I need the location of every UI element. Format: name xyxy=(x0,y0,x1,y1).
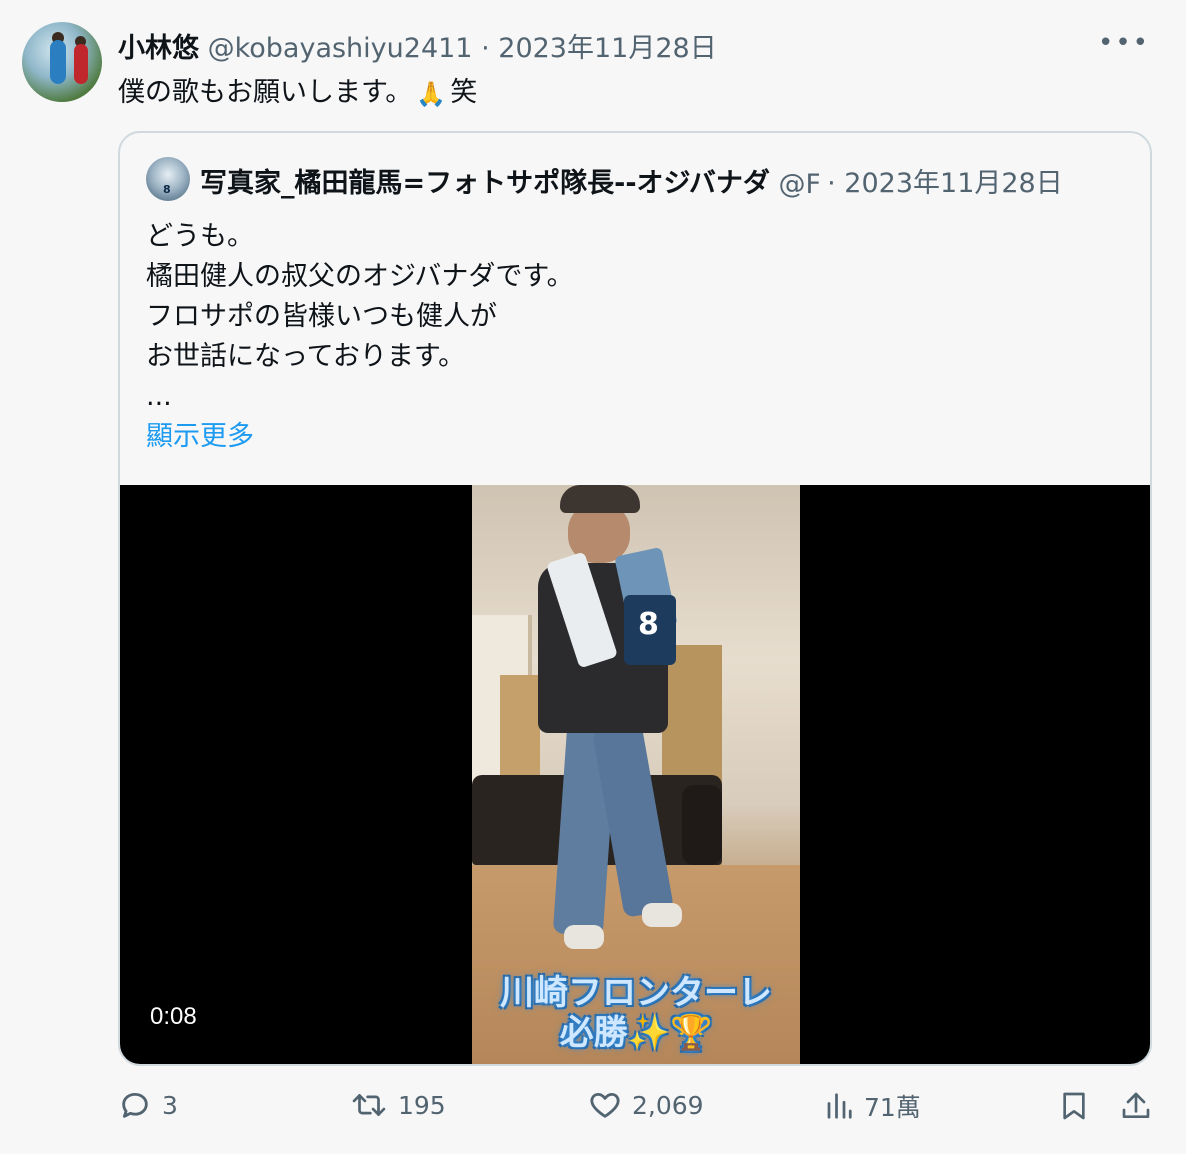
share-icon xyxy=(1122,1092,1150,1118)
action-bar: 3 195 2,069 71萬 xyxy=(0,1088,1186,1138)
quote-line: フロサポの皆様いつも健人が xyxy=(146,301,497,332)
author-avatar[interactable] xyxy=(22,22,102,102)
avatar-figure xyxy=(50,40,66,84)
quote-body: どうも。 橘田健人の叔父のオジバナダです。 フロサポの皆様いつも健人が お世話に… xyxy=(146,217,574,457)
like-count: 2,069 xyxy=(632,1090,704,1120)
share-button[interactable] xyxy=(1120,1088,1162,1124)
tweet-text-suffix: 笑 xyxy=(450,77,478,108)
views-icon xyxy=(827,1093,852,1119)
reply-count: 3 xyxy=(162,1090,178,1120)
retweet-count: 195 xyxy=(398,1090,446,1120)
quote-line: ... xyxy=(146,381,172,412)
tweet-header: 小林悠 @kobayashiyu2411 · 2023年11月28日 xyxy=(118,26,717,65)
author-name[interactable]: 小林悠 xyxy=(118,33,199,64)
praying-hands-emoji: 🙏 xyxy=(416,79,447,108)
heart-icon xyxy=(590,1092,620,1118)
like-button[interactable]: 2,069 xyxy=(588,1088,704,1122)
tweet-text: 僕の歌もお願いします。 🙏 笑 xyxy=(118,70,477,109)
separator-dot: · xyxy=(481,33,490,64)
quote-author-handle: @F xyxy=(778,169,819,200)
quoted-tweet[interactable]: 8 写真家_橘田龍馬=フォトサポ隊長--オジバナダ @F · 2023年11月2… xyxy=(118,131,1152,1066)
bookmark-icon xyxy=(1063,1092,1085,1120)
retweet-button[interactable]: 195 xyxy=(350,1088,446,1122)
quote-line: どうも。 xyxy=(146,221,254,252)
jersey-number: 8 xyxy=(638,607,659,642)
video-frame: 8 川崎フロンターレ 必勝✨🏆 xyxy=(472,485,800,1064)
scene-shelf xyxy=(500,675,540,785)
video-player[interactable]: 8 川崎フロンターレ 必勝✨🏆 0:08 xyxy=(120,485,1150,1064)
supporter-jersey: 8 xyxy=(624,595,676,665)
reply-icon xyxy=(122,1092,148,1118)
person-shoe xyxy=(564,925,604,949)
views-count: 71萬 xyxy=(864,1093,921,1122)
retweet-icon xyxy=(352,1094,386,1116)
video-caption: 川崎フロンターレ 必勝✨🏆 xyxy=(472,973,800,1053)
show-more-link[interactable]: 顯示更多 xyxy=(146,417,574,457)
avatar-figure xyxy=(74,44,88,84)
separator-dot: · xyxy=(827,168,836,199)
quote-author-name: 写真家_橘田龍馬=フォトサポ隊長--オジバナダ xyxy=(200,168,770,199)
avatar-jersey-number: 8 xyxy=(163,183,171,196)
bookmark-button[interactable] xyxy=(1058,1088,1100,1124)
quote-author-avatar: 8 xyxy=(146,157,190,201)
tweet-date[interactable]: 2023年11月28日 xyxy=(498,33,716,64)
reply-button[interactable]: 3 xyxy=(118,1088,178,1122)
quote-line: お世話になっております。 xyxy=(146,341,466,372)
video-caption-line: 必勝✨🏆 xyxy=(559,1013,713,1053)
person-shoe xyxy=(642,903,682,927)
video-caption-line: 川崎フロンターレ xyxy=(500,973,772,1013)
scene-sofa-arm xyxy=(682,785,722,865)
more-horizontal-icon[interactable]: ••• xyxy=(1098,28,1150,58)
author-handle[interactable]: @kobayashiyu2411 xyxy=(208,33,473,64)
quote-line: 橘田健人の叔父のオジバナダです。 xyxy=(146,261,574,292)
video-timestamp: 0:08 xyxy=(150,1003,197,1030)
person-hat xyxy=(560,485,640,513)
views-button[interactable]: 71萬 xyxy=(824,1088,921,1124)
tweet-text-main: 僕の歌もお願いします。 xyxy=(118,77,413,108)
quote-date: 2023年11月28日 xyxy=(844,168,1063,199)
quote-header: 写真家_橘田龍馬=フォトサポ隊長--オジバナダ @F · 2023年11月28日 xyxy=(200,161,1130,200)
